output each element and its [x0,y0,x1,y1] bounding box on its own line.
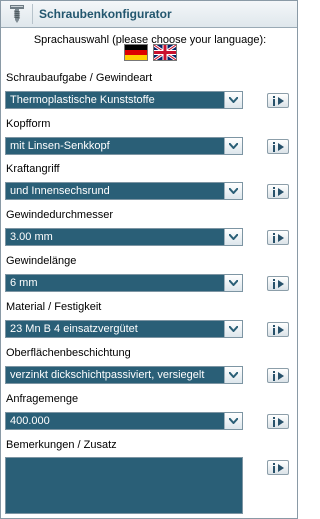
dropdown-arrow-icon[interactable] [224,92,242,108]
info-button[interactable] [267,368,289,383]
info-button[interactable] [267,414,289,429]
dropdown-arrow-icon[interactable] [224,321,242,337]
select-gewindedurchmesser[interactable]: 3.00 mm [5,228,243,246]
dropdown-arrow-icon[interactable] [224,367,242,383]
info-button[interactable] [267,230,289,245]
dropdown-arrow-icon[interactable] [224,229,242,245]
field-label-kopfform: Kopfform [6,118,51,130]
select-value: mit Linsen-Senkkopf [10,140,110,152]
info-button[interactable] [267,276,289,291]
info-button[interactable] [267,460,289,475]
configurator-panel: Schraubenkonfigurator Sprachauswahl (ple… [0,0,298,519]
field-label-oberflaeche: Oberflächenbeschichtung [6,347,131,359]
panel-header: Schraubenkonfigurator [1,1,297,28]
dropdown-arrow-icon[interactable] [224,413,242,429]
select-value: verzinkt dickschichtpassiviert, versiege… [10,369,205,381]
select-value: 6 mm [10,277,38,289]
select-value: Thermoplastische Kunststoffe [10,94,155,106]
select-kraftangriff[interactable]: und Innensechsrund [5,182,243,200]
info-button[interactable] [267,184,289,199]
info-button[interactable] [267,93,289,108]
select-material[interactable]: 23 Mn B 4 einsatzvergütet [5,320,243,338]
uk-flag-icon[interactable] [154,45,176,60]
info-button[interactable] [267,322,289,337]
field-label-material: Material / Festigkeit [6,301,102,313]
info-button[interactable] [267,139,289,154]
field-label-gewindedurchmesser: Gewindedurchmesser [6,209,113,221]
field-label-kraftangriff: Kraftangriff [6,163,60,175]
language-label: Sprachauswahl (please choose your langua… [33,34,267,46]
select-anfragemenge[interactable]: 400.000 [5,412,243,430]
select-kopfform[interactable]: mit Linsen-Senkkopf [5,137,243,155]
select-gewindelaenge[interactable]: 6 mm [5,274,243,292]
dropdown-arrow-icon[interactable] [224,275,242,291]
select-oberflaeche[interactable]: verzinkt dickschichtpassiviert, versiege… [5,366,243,384]
screw-icon [10,5,24,23]
select-value: und Innensechsrund [10,185,110,197]
header-divider [32,4,33,24]
field-label-bemerkungen: Bemerkungen / Zusatz [6,439,117,451]
page-title: Schraubenkonfigurator [39,7,172,21]
select-value: 400.000 [10,415,50,427]
field-label-gewindelaenge: Gewindelänge [6,255,77,267]
field-label-gewindeart: Schraubaufgabe / Gewindeart [6,72,153,84]
select-value: 23 Mn B 4 einsatzvergütet [10,323,138,335]
select-value: 3.00 mm [10,231,53,243]
remarks-textarea[interactable] [5,457,243,514]
german-flag-icon[interactable] [125,45,147,60]
dropdown-arrow-icon[interactable] [224,138,242,154]
dropdown-arrow-icon[interactable] [224,183,242,199]
field-label-anfragemenge: Anfragemenge [6,393,79,405]
select-gewindeart[interactable]: Thermoplastische Kunststoffe [5,91,243,109]
